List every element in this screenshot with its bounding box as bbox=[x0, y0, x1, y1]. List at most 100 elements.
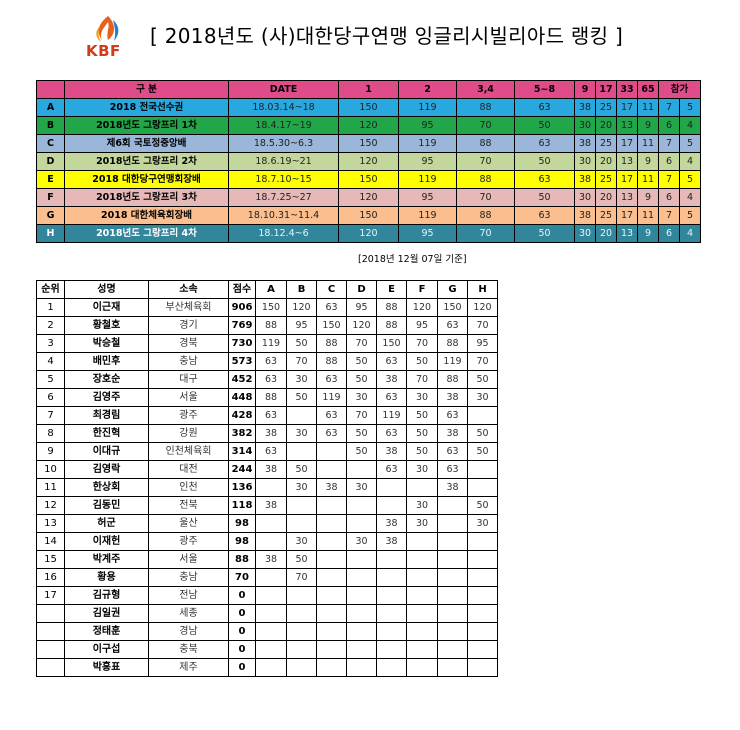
event-points-17: 20 bbox=[595, 224, 617, 243]
event-points-5-8: 50 bbox=[514, 116, 575, 135]
player-score-d: 50 bbox=[346, 370, 377, 389]
player-score-c bbox=[316, 640, 347, 659]
player-score-d bbox=[346, 496, 377, 515]
player-rank: 7 bbox=[36, 406, 65, 425]
events-table: 구 분 DATE 1 2 3,4 5~8 9 17 33 65 참가 A 2018 전국선수권 18.03… bbox=[36, 80, 702, 243]
player-score-b: 50 bbox=[286, 334, 317, 353]
player-score-d: 50 bbox=[346, 352, 377, 371]
event-points-1: 120 bbox=[338, 116, 399, 135]
player-score-c bbox=[316, 532, 347, 551]
event-points-3-4: 88 bbox=[456, 134, 515, 153]
player-score-b bbox=[286, 622, 317, 641]
event-points-9: 38 bbox=[574, 98, 596, 117]
event-participation: 7 bbox=[658, 98, 680, 117]
player-score-e bbox=[376, 568, 407, 587]
player-score-a: 88 bbox=[255, 388, 287, 407]
event-code: B bbox=[36, 116, 65, 135]
event-row: B 2018년도 그랑프리 1차 18.4.17~19 120 95 70 50 30 20 13… bbox=[36, 116, 702, 135]
player-score-b bbox=[286, 658, 317, 677]
player-score-b: 70 bbox=[286, 568, 317, 587]
player-points: 88 bbox=[228, 550, 256, 569]
event-points-3-4: 70 bbox=[456, 116, 515, 135]
event-points-17: 20 bbox=[595, 116, 617, 135]
event-points-1: 150 bbox=[338, 134, 399, 153]
event-name: 2018 전국선수권 bbox=[64, 98, 229, 117]
player-affiliation: 충남 bbox=[148, 568, 229, 587]
player-points: 769 bbox=[228, 316, 256, 335]
ranking-header-11: H bbox=[467, 280, 498, 299]
player-score-h bbox=[467, 604, 498, 623]
events-header-blank bbox=[36, 80, 65, 99]
player-score-a: 63 bbox=[255, 406, 287, 425]
kbf-flame-logo-icon bbox=[96, 16, 119, 42]
ranking-row: 8 한진혁 강원 382 38 30 63 50 63 50 38 50 bbox=[36, 424, 498, 443]
player-points: 382 bbox=[228, 424, 256, 443]
player-score-h bbox=[467, 622, 498, 641]
ranking-row: 이구섭 충북 0 bbox=[36, 640, 498, 659]
ranking-row: 1 이근재 부산체육회 906 150 120 63 95 88 120 150 120 bbox=[36, 298, 498, 317]
player-points: 452 bbox=[228, 370, 256, 389]
player-affiliation: 서울 bbox=[148, 388, 229, 407]
player-rank: 6 bbox=[36, 388, 65, 407]
player-score-c bbox=[316, 568, 347, 587]
player-score-e: 63 bbox=[376, 388, 407, 407]
ranking-table: 순위 성명 소속 점수 A B C D E F G H 1 이근재 부산체육회 906 150 120 63 95 8… bbox=[36, 280, 498, 677]
player-affiliation: 대구 bbox=[148, 370, 229, 389]
event-name: 2018 대한당구연맹회장배 bbox=[64, 170, 229, 189]
event-name: 제6회 국토정중앙배 bbox=[64, 134, 229, 153]
event-name: 2018년도 그랑프리 1차 bbox=[64, 116, 229, 135]
player-score-g: 88 bbox=[437, 370, 468, 389]
player-points: 0 bbox=[228, 658, 256, 677]
event-points-3-4: 70 bbox=[456, 188, 515, 207]
player-affiliation: 광주 bbox=[148, 532, 229, 551]
player-name: 한진혁 bbox=[64, 424, 149, 443]
player-rank bbox=[36, 640, 65, 659]
event-participation: 6 bbox=[658, 116, 680, 135]
event-points-5-8: 63 bbox=[514, 206, 575, 225]
player-affiliation: 경북 bbox=[148, 334, 229, 353]
player-score-d bbox=[346, 514, 377, 533]
player-rank: 9 bbox=[36, 442, 65, 461]
event-participation: 7 bbox=[658, 134, 680, 153]
event-points-3-4: 88 bbox=[456, 170, 515, 189]
player-name: 황철호 bbox=[64, 316, 149, 335]
player-score-e: 38 bbox=[376, 370, 407, 389]
player-score-e bbox=[376, 640, 407, 659]
event-date: 18.12.4~6 bbox=[228, 224, 339, 243]
player-score-h bbox=[467, 640, 498, 659]
player-score-g bbox=[437, 550, 468, 569]
event-points-65: 9 bbox=[637, 152, 659, 171]
player-name: 김영주 bbox=[64, 388, 149, 407]
player-name: 이근재 bbox=[64, 298, 149, 317]
player-score-e bbox=[376, 586, 407, 605]
player-score-h bbox=[467, 532, 498, 551]
event-points-17: 25 bbox=[595, 134, 617, 153]
event-points-5-8: 63 bbox=[514, 134, 575, 153]
player-score-h bbox=[467, 658, 498, 677]
event-participation: 6 bbox=[658, 152, 680, 171]
ranking-row: 17 김규형 전남 0 bbox=[36, 586, 498, 605]
player-points: 70 bbox=[228, 568, 256, 587]
ranking-row: 9 이대규 인천체육회 314 63 50 38 50 63 50 bbox=[36, 442, 498, 461]
event-points-2: 95 bbox=[398, 116, 457, 135]
event-points-1: 150 bbox=[338, 206, 399, 225]
event-participation: 6 bbox=[658, 224, 680, 243]
player-score-a: 63 bbox=[255, 370, 287, 389]
event-points-33: 17 bbox=[616, 206, 638, 225]
player-score-h: 30 bbox=[467, 388, 498, 407]
event-code: C bbox=[36, 134, 65, 153]
player-score-f bbox=[406, 658, 438, 677]
player-score-e: 63 bbox=[376, 460, 407, 479]
events-header-row: 구 분 DATE 1 2 3,4 5~8 9 17 33 65 참가 bbox=[36, 80, 702, 99]
player-points: 98 bbox=[228, 532, 256, 551]
event-name: 2018 대한체육회장배 bbox=[64, 206, 229, 225]
player-score-f: 70 bbox=[406, 334, 438, 353]
player-affiliation: 대전 bbox=[148, 460, 229, 479]
ranking-header-8: E bbox=[376, 280, 407, 299]
player-name: 이구섭 bbox=[64, 640, 149, 659]
player-name: 배민후 bbox=[64, 352, 149, 371]
player-score-d: 50 bbox=[346, 424, 377, 443]
event-points-5-8: 63 bbox=[514, 170, 575, 189]
event-points-1: 120 bbox=[338, 152, 399, 171]
player-score-f bbox=[406, 550, 438, 569]
